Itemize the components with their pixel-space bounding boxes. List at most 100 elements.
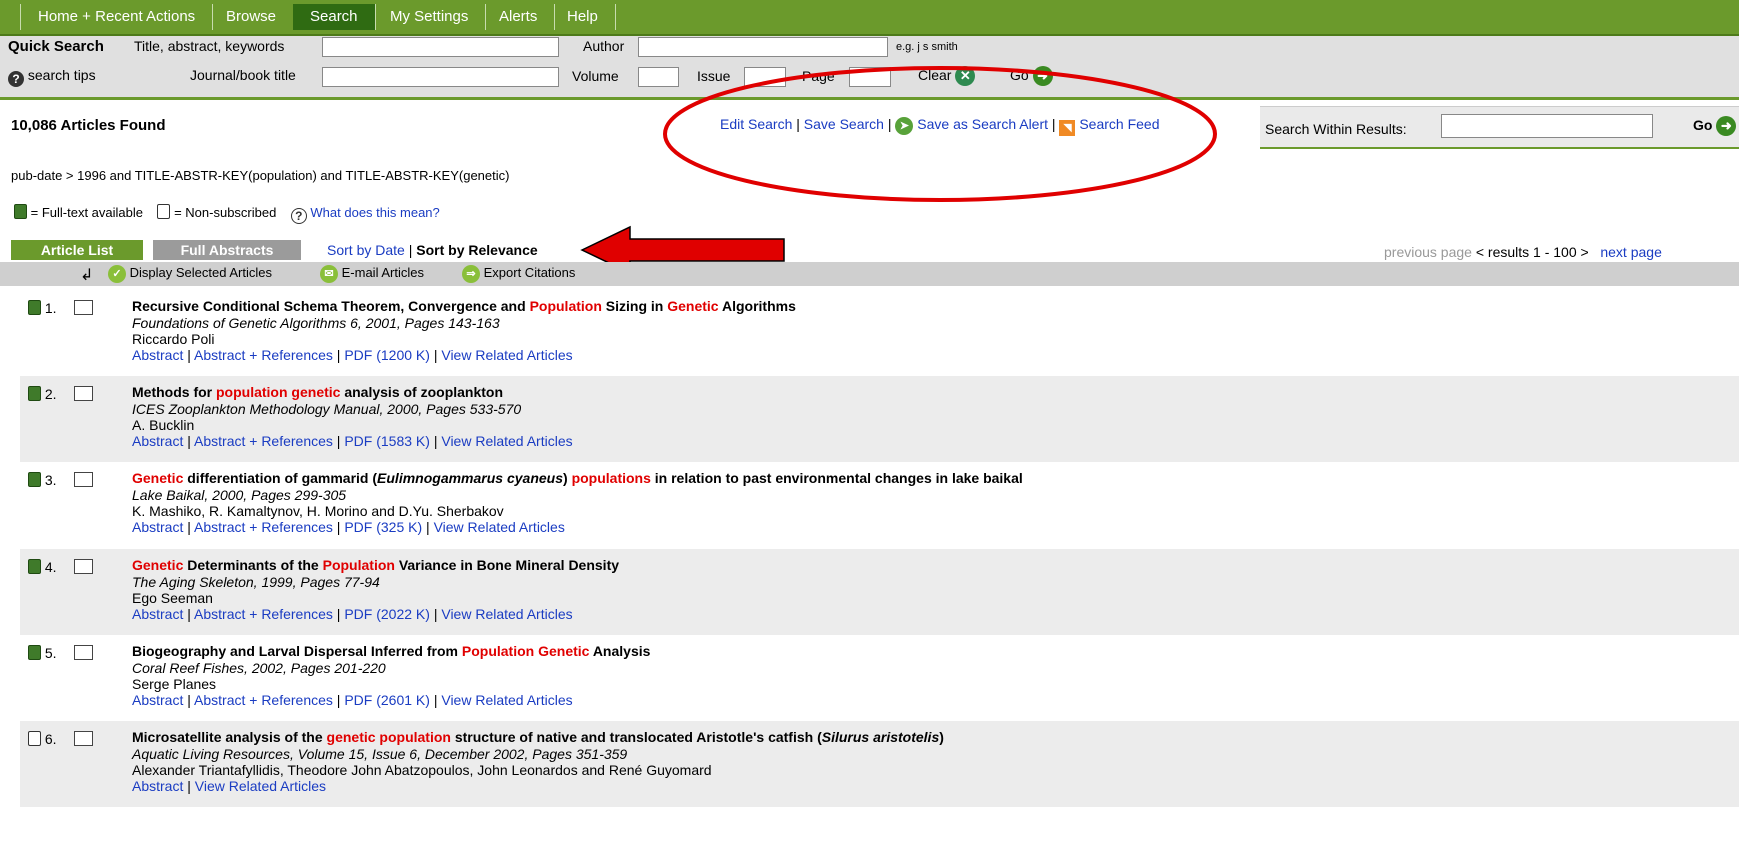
article-link[interactable]: PDF (1200 K) — [344, 347, 430, 363]
article-link[interactable]: Abstract — [132, 433, 183, 449]
article-link[interactable]: PDF (2601 K) — [344, 692, 430, 708]
title-segment: Analysis — [589, 643, 651, 659]
article-links: Abstract | Abstract + References | PDF (… — [132, 692, 573, 708]
article-link[interactable]: Abstract + References — [194, 347, 333, 363]
result-number: 3. — [28, 472, 57, 488]
tab-browse[interactable]: Browse — [209, 4, 295, 30]
tab-search[interactable]: Search — [293, 4, 376, 30]
article-link[interactable]: View Related Articles — [441, 433, 572, 449]
article-link[interactable]: Abstract — [132, 778, 183, 794]
article-link[interactable]: Abstract — [132, 692, 183, 708]
article-links: Abstract | Abstract + References | PDF (… — [132, 519, 565, 535]
help-icon: ? — [290, 208, 307, 224]
email-articles-button[interactable]: ✉ E-mail Articles — [320, 265, 424, 283]
article-link[interactable]: View Related Articles — [441, 606, 572, 622]
export-citations-button[interactable]: ⇒ Export Citations — [462, 265, 575, 283]
journal-input[interactable] — [322, 67, 559, 87]
volume-label: Volume — [572, 68, 619, 84]
tab-home[interactable]: Home + Recent Actions — [20, 4, 214, 30]
title-abstract-label: Title, abstract, keywords — [134, 38, 285, 54]
article-title-link[interactable]: Microsatellite analysis of the genetic p… — [132, 729, 944, 745]
article-link[interactable]: Abstract + References — [194, 519, 333, 535]
select-checkbox[interactable] — [74, 559, 93, 574]
full-text-icon — [14, 204, 27, 219]
author-hint: e.g. j s smith — [896, 41, 958, 53]
separator: | — [332, 519, 345, 535]
what-does-this-mean-link[interactable]: What does this mean? — [310, 205, 439, 220]
separator: | — [429, 433, 442, 449]
article-title-link[interactable]: Methods for population genetic analysis … — [132, 384, 503, 400]
title-segment: Variance in Bone Mineral Density — [394, 557, 620, 573]
article-link[interactable]: Abstract — [132, 519, 183, 535]
title-abstract-input[interactable] — [322, 37, 559, 57]
article-link[interactable]: View Related Articles — [441, 692, 572, 708]
results-toolbar: ↲ ✓ Display Selected Articles ✉ E-mail A… — [0, 262, 1739, 286]
separator: | — [429, 347, 442, 363]
tab-article-list[interactable]: Article List — [11, 240, 143, 260]
separator: | — [332, 692, 345, 708]
select-checkbox[interactable] — [74, 731, 93, 746]
tab-full-abstracts[interactable]: Full Abstracts — [153, 240, 301, 260]
previous-page-link: previous page — [1384, 244, 1472, 260]
article-link[interactable]: Abstract — [132, 347, 183, 363]
tab-my-settings[interactable]: My Settings — [373, 4, 487, 30]
export-icon: ⇒ — [462, 265, 480, 283]
article-title-link[interactable]: Genetic differentiation of gammarid (Eul… — [132, 470, 1023, 486]
article-link[interactable]: View Related Articles — [195, 778, 326, 794]
article-link[interactable]: PDF (325 K) — [344, 519, 422, 535]
full-text-icon — [28, 472, 41, 487]
article-title-link[interactable]: Recursive Conditional Schema Theorem, Co… — [132, 298, 796, 314]
article-link[interactable]: PDF (2022 K) — [344, 606, 430, 622]
title-segment: differentiation of gammarid ( — [183, 470, 378, 486]
separator: | — [332, 433, 345, 449]
title-segment: Sizing in — [601, 298, 668, 314]
search-within-input[interactable] — [1441, 114, 1653, 138]
pagination: previous page < results 1 - 100 > next p… — [1384, 244, 1662, 260]
separator: | — [332, 347, 345, 363]
select-checkbox[interactable] — [74, 645, 93, 660]
result-row: 4. Genetic Determinants of the Population… — [20, 549, 1739, 635]
article-authors: K. Mashiko, R. Kamaltynov, H. Morino and… — [132, 503, 504, 519]
article-link[interactable]: Abstract + References — [194, 692, 333, 708]
tab-alerts[interactable]: Alerts — [482, 4, 556, 30]
next-page-link[interactable]: next page — [1600, 244, 1662, 260]
title-segment: ) — [563, 470, 572, 486]
full-text-icon — [28, 559, 41, 574]
sort-by-date-link[interactable]: Sort by Date — [327, 242, 405, 258]
article-link[interactable]: PDF (1583 K) — [344, 433, 430, 449]
display-selected-button[interactable]: ✓ Display Selected Articles — [108, 265, 272, 283]
article-link[interactable]: View Related Articles — [441, 347, 572, 363]
result-row: 5. Biogeography and Larval Dispersal Infe… — [20, 635, 1739, 721]
results-count: 10,086 Articles Found — [11, 117, 166, 134]
separator: | — [332, 606, 345, 622]
separator: | — [429, 606, 442, 622]
result-number: 2. — [28, 386, 57, 402]
article-link[interactable]: Abstract + References — [194, 433, 333, 449]
annotation-circle — [663, 66, 1217, 202]
separator: | — [183, 347, 195, 363]
article-source: Aquatic Living Resources, Volume 15, Iss… — [132, 746, 628, 762]
author-input[interactable] — [638, 37, 888, 57]
article-title-link[interactable]: Genetic Determinants of the Population V… — [132, 557, 619, 573]
result-number-label: 4. — [41, 559, 57, 575]
result-number: 6. — [28, 731, 57, 747]
non-subscribed-icon — [28, 731, 41, 746]
search-within-go-button[interactable]: Go ➜ — [1693, 116, 1737, 136]
article-link[interactable]: View Related Articles — [434, 519, 565, 535]
title-segment: Population — [529, 298, 602, 314]
non-subscribed-icon — [157, 204, 171, 219]
article-link[interactable]: Abstract — [132, 606, 183, 622]
query-string: pub-date > 1996 and TITLE-ABSTR-KEY(popu… — [11, 168, 510, 183]
article-links: Abstract | View Related Articles — [132, 778, 326, 794]
select-checkbox[interactable] — [74, 472, 93, 487]
search-tips-label: search tips — [27, 67, 96, 83]
article-authors: Serge Planes — [132, 676, 217, 692]
search-tips-link[interactable]: ? search tips — [8, 67, 96, 87]
article-title-link[interactable]: Biogeography and Larval Dispersal Inferr… — [132, 643, 650, 659]
article-link[interactable]: Abstract + References — [194, 606, 333, 622]
select-checkbox[interactable] — [74, 386, 93, 401]
title-segment: Biogeography and Larval Dispersal Inferr… — [132, 643, 462, 659]
title-segment: Genetic — [132, 470, 184, 486]
tab-help[interactable]: Help — [550, 4, 616, 30]
select-checkbox[interactable] — [74, 300, 93, 315]
